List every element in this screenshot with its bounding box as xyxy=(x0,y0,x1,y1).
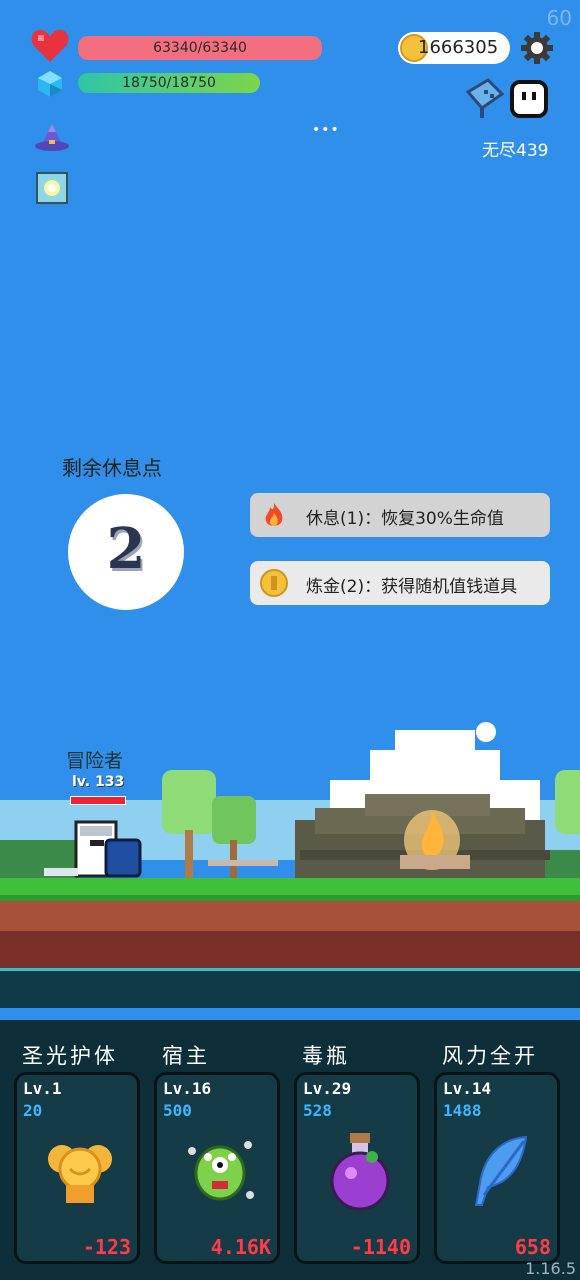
rest-points-circle: 2 xyxy=(68,494,184,610)
skill-card-poison-bottle[interactable]: Lv.29 528 -1140 xyxy=(294,1072,420,1264)
rest-option-label: 休息(1)：恢复30%生命值 xyxy=(306,509,504,529)
skill-cost: 528 xyxy=(303,1101,332,1120)
magic-tome-icon[interactable] xyxy=(36,172,68,204)
green-monster-icon xyxy=(188,1141,254,1201)
skill-name-holy-shield: 圣光护体 xyxy=(22,1044,118,1068)
skill-name-full-wind: 风力全开 xyxy=(442,1044,538,1068)
skill-value: -1140 xyxy=(350,1235,411,1259)
fire-icon xyxy=(265,503,283,526)
alchemy-option-label: 炼金(2)：获得随机值钱道具 xyxy=(306,577,518,597)
hero-level: lv. 133 xyxy=(72,774,125,790)
holy-shield-icon xyxy=(48,1145,112,1203)
skill-cost: 1488 xyxy=(443,1101,482,1120)
coin-counter[interactable]: 1666305 xyxy=(398,32,510,64)
rest-option-button[interactable]: 休息(1)：恢复30%生命值 xyxy=(250,493,550,537)
rest-points-count: 2 xyxy=(106,516,146,582)
poison-bottle-icon xyxy=(330,1133,390,1211)
ghost-icon[interactable] xyxy=(508,78,550,120)
endless-stage-label: 无尽439 xyxy=(482,141,549,161)
mana-crystal-icon xyxy=(38,71,62,97)
mp-bar: 18750/18750 xyxy=(78,73,260,93)
wizard-hat-icon[interactable] xyxy=(34,122,70,154)
water-surface xyxy=(0,968,580,1008)
skill-card-full-wind[interactable]: Lv.14 1488 658 xyxy=(434,1072,560,1264)
skill-value: -123 xyxy=(82,1235,131,1259)
skill-card-holy-shield[interactable]: Lv.1 20 -123 xyxy=(14,1072,140,1264)
gold-coin-icon xyxy=(260,569,288,597)
coin-amount: 1666305 xyxy=(418,37,499,58)
skill-value: 658 xyxy=(514,1235,551,1259)
rest-points-title: 剩余休息点 xyxy=(62,456,162,480)
skill-card-host[interactable]: Lv.16 500 4.16K xyxy=(154,1072,280,1264)
skill-name-host: 宿主 xyxy=(162,1044,210,1068)
battle-scene xyxy=(0,722,580,970)
skill-value: 4.16K xyxy=(210,1235,271,1259)
hero-health-bar xyxy=(70,796,126,805)
skill-cost: 20 xyxy=(23,1101,43,1120)
skill-name-poison-bottle: 毒瓶 xyxy=(302,1044,350,1068)
skill-level: Lv.29 xyxy=(303,1079,352,1098)
skill-cost: 500 xyxy=(163,1101,192,1120)
skill-level: Lv.1 xyxy=(23,1079,62,1098)
heart-icon xyxy=(31,29,69,62)
map-scroll-icon[interactable] xyxy=(462,78,506,122)
alchemy-option-button[interactable]: 炼金(2)：获得随机值钱道具 xyxy=(250,561,550,605)
blue-feather-icon xyxy=(474,1135,528,1206)
settings-gear-icon[interactable] xyxy=(521,32,553,64)
hp-bar: 63340/63340 xyxy=(78,36,322,60)
fps-counter: 60 xyxy=(546,6,572,30)
more-menu-button[interactable]: ••• xyxy=(312,122,340,138)
skill-level: Lv.14 xyxy=(443,1079,492,1098)
version-label: 1.16.5 xyxy=(525,1259,576,1278)
skill-level: Lv.16 xyxy=(163,1079,212,1098)
hero-name: 冒险者 xyxy=(66,750,124,772)
